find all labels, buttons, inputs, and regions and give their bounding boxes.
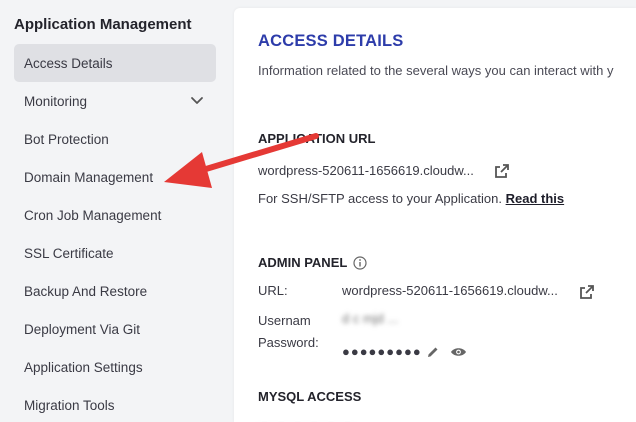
sidebar-heading: Application Management: [14, 16, 192, 33]
admin-password-label: Password:: [258, 335, 319, 350]
sidebar-item-label: Cron Job Management: [24, 207, 162, 223]
admin-username-value: d c mjd ...: [342, 311, 399, 326]
ssh-info-text: For SSH/SFTP access to your Application.: [258, 191, 502, 206]
sidebar-item-domain-management[interactable]: Domain Management: [14, 158, 216, 196]
sidebar-item-label: Backup And Restore: [24, 283, 148, 299]
sidebar-item-label: Bot Protection: [24, 131, 109, 147]
admin-panel-heading: ADMIN PANEL: [258, 255, 367, 270]
sidebar-item-label: Access Details: [24, 55, 113, 71]
sidebar-item-bot-protection[interactable]: Bot Protection: [14, 120, 216, 158]
sidebar-item-application-settings[interactable]: Application Settings: [14, 348, 216, 386]
sidebar: Application Management Access Details Mo…: [0, 0, 232, 422]
info-icon[interactable]: [353, 255, 367, 270]
sidebar-item-deployment-via-git[interactable]: Deployment Via Git: [14, 310, 216, 348]
ssh-info: For SSH/SFTP access to your Application.…: [258, 191, 564, 206]
external-link-icon[interactable]: [579, 284, 595, 300]
admin-password-value: ●●●●●●●●●: [342, 344, 422, 359]
sidebar-item-label: Application Settings: [24, 359, 143, 375]
admin-username-label: Usernam: [258, 313, 311, 328]
sidebar-item-monitoring[interactable]: Monitoring: [14, 82, 216, 120]
sidebar-item-access-details[interactable]: Access Details: [14, 44, 216, 82]
sidebar-item-migration-tools[interactable]: Migration Tools: [14, 386, 216, 422]
sidebar-item-label: SSL Certificate: [24, 245, 114, 261]
page-subtitle: Information related to the several ways …: [258, 63, 614, 78]
read-this-link[interactable]: Read this: [506, 191, 565, 206]
admin-url-value: wordpress-520611-1656619.cloudw...: [342, 283, 558, 298]
sidebar-item-label: Deployment Via Git: [24, 321, 141, 337]
external-link-icon[interactable]: [494, 163, 510, 179]
sidebar-item-label: Monitoring: [24, 93, 88, 109]
mysql-access-heading: MYSQL ACCESS: [258, 389, 361, 404]
application-url-heading: APPLICATION URL: [258, 131, 375, 146]
sidebar-item-cron-job-management[interactable]: Cron Job Management: [14, 196, 216, 234]
page-title: ACCESS DETAILS: [258, 32, 404, 50]
mysql-details-row: — — — — — —: [258, 418, 354, 422]
mysql-access-heading-text: MYSQL ACCESS: [258, 389, 362, 404]
sidebar-item-label: Domain Management: [24, 169, 154, 185]
admin-panel-heading-text: ADMIN PANEL: [258, 255, 348, 270]
pencil-edit-icon[interactable]: [426, 345, 440, 359]
chevron-down-icon: [191, 97, 203, 104]
sidebar-item-ssl-certificate[interactable]: SSL Certificate: [14, 234, 216, 272]
sidebar-item-label: Migration Tools: [24, 397, 115, 413]
application-url-heading-text: APPLICATION URL: [258, 131, 376, 146]
eye-icon[interactable]: [450, 346, 467, 358]
application-url-value: wordpress-520611-1656619.cloudw...: [258, 163, 474, 178]
admin-url-label: URL:: [258, 283, 288, 298]
main-panel: ACCESS DETAILS Information related to th…: [234, 8, 636, 422]
sidebar-item-backup-and-restore[interactable]: Backup And Restore: [14, 272, 216, 310]
